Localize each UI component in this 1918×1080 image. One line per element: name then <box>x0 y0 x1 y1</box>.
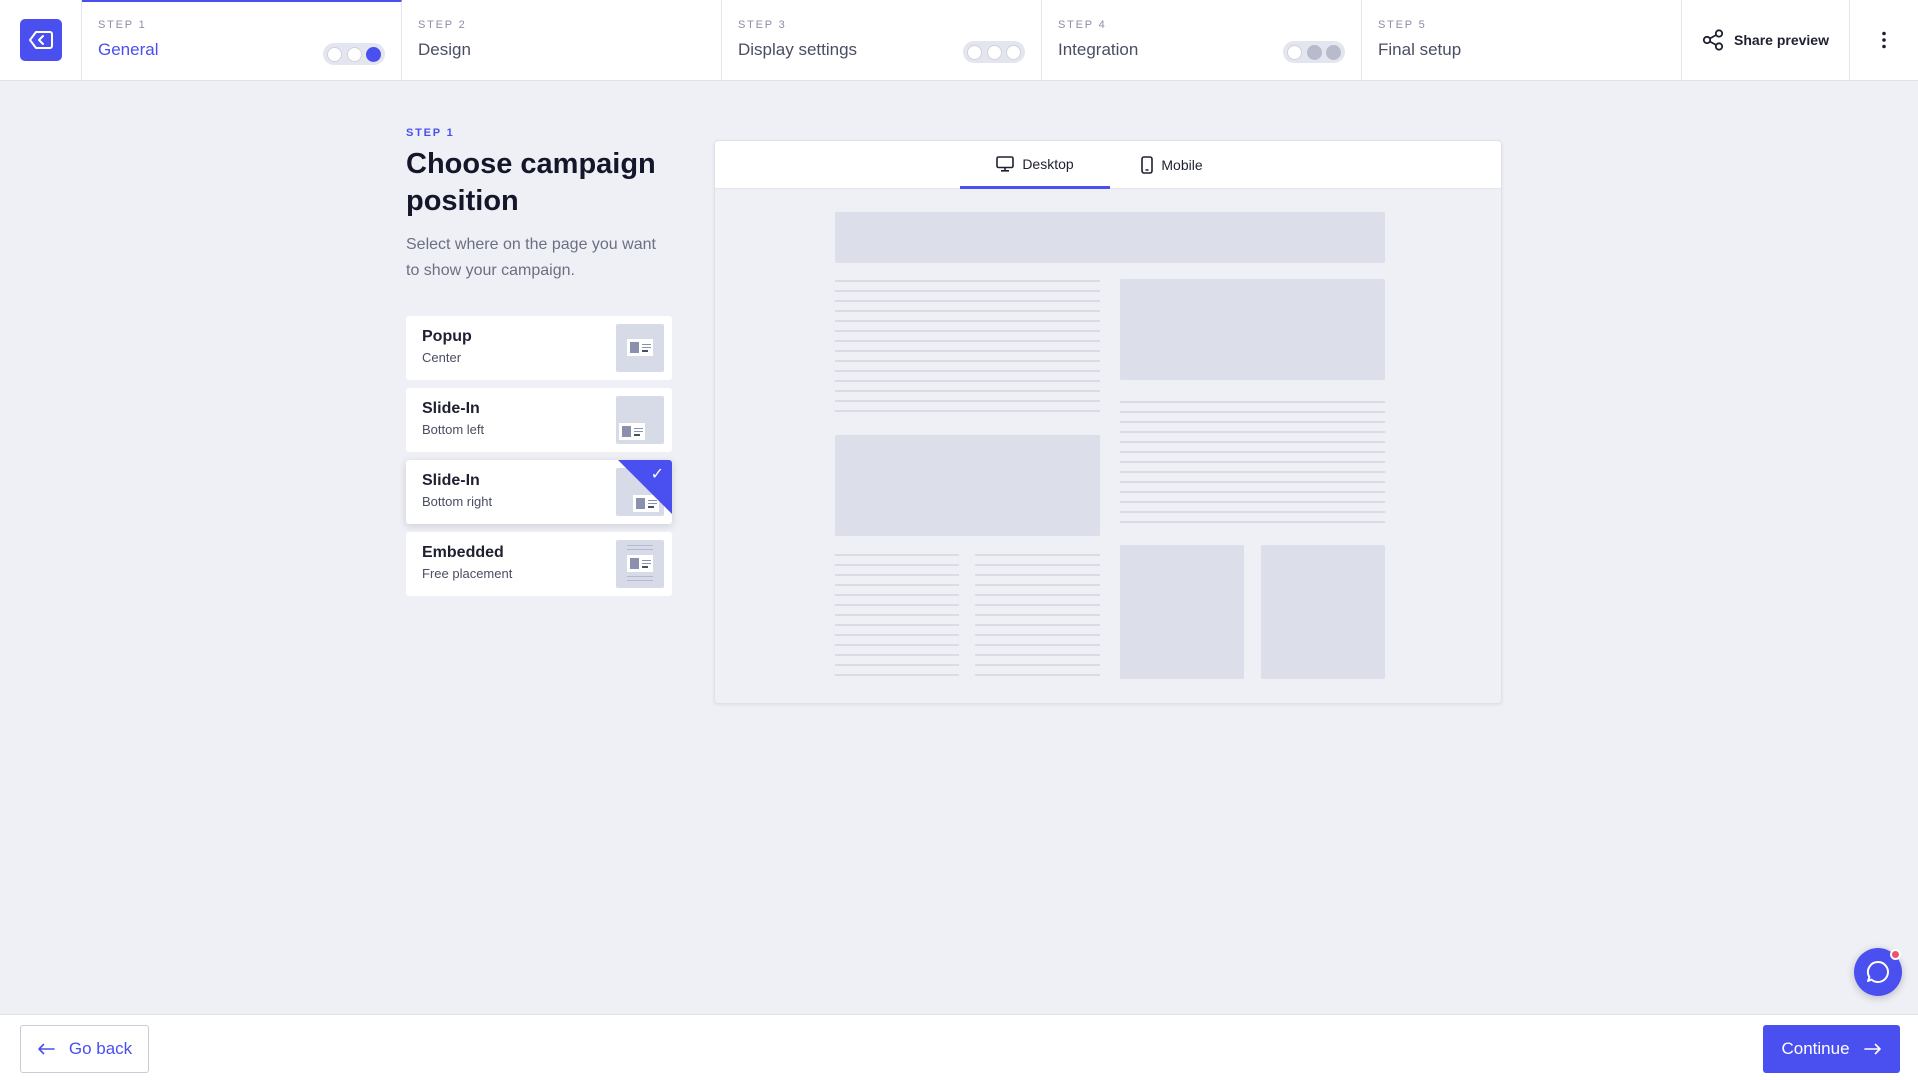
progress-dot <box>346 46 362 62</box>
step-progress-toggle <box>1283 41 1345 63</box>
step-display-settings[interactable]: STEP 3 Display settings <box>722 0 1042 80</box>
tab-mobile[interactable]: Mobile <box>1127 141 1217 189</box>
embedded-thumbnail-icon <box>616 540 664 588</box>
page-subtitle: Select where on the page you want to sho… <box>406 236 656 279</box>
go-back-label: Go back <box>68 1039 133 1058</box>
wireframe-text-lines <box>835 280 1100 420</box>
share-icon <box>1702 29 1724 51</box>
step-eyebrow: STEP 1 <box>406 127 455 139</box>
wireframe-text-lines <box>975 554 1100 684</box>
logo-cell <box>0 0 82 80</box>
step-integration[interactable]: STEP 4 Integration <box>1042 0 1362 80</box>
step-progress-toggle <box>963 41 1025 63</box>
progress-dot <box>967 44 982 60</box>
chat-support-button[interactable] <box>1854 948 1902 996</box>
page-preview-card: Desktop Mobile <box>714 140 1502 704</box>
wireframe-text-lines <box>835 554 959 684</box>
popup-center-thumbnail-icon <box>616 324 664 372</box>
position-option-slide-in-bottom-left[interactable]: Slide-In Bottom left <box>406 388 672 452</box>
step-label: Design <box>418 40 471 59</box>
progress-dot <box>327 46 342 62</box>
wireframe-image-block <box>1261 545 1385 679</box>
step-label: Final setup <box>1378 40 1462 59</box>
wireframe-header-block <box>835 212 1385 263</box>
progress-dot-muted <box>1326 44 1341 60</box>
website-wireframe <box>715 189 1501 703</box>
step-general[interactable]: STEP 1 General <box>82 0 402 80</box>
progress-dot-muted <box>1306 44 1322 60</box>
wireframe-image-block <box>835 435 1100 536</box>
step-number: STEP 2 <box>418 19 467 31</box>
back-arrow-tag-icon <box>28 31 53 49</box>
progress-dot-active <box>366 46 381 62</box>
kebab-menu-icon <box>1882 31 1886 49</box>
continue-button[interactable]: Continue <box>1763 1025 1900 1073</box>
tab-desktop[interactable]: Desktop <box>960 141 1110 189</box>
page-title: Choose campaign position <box>406 148 656 217</box>
step-number: STEP 3 <box>738 19 787 31</box>
stepper-bar: STEP 1 General STEP 2 Design STEP 3 Disp… <box>0 0 1918 81</box>
progress-dot <box>1006 44 1021 60</box>
step-number: STEP 1 <box>98 19 147 31</box>
position-option-slide-in-bottom-right[interactable]: Slide-In Bottom right ✓ <box>406 460 672 524</box>
mobile-phone-icon <box>1141 156 1154 174</box>
step-number: STEP 5 <box>1378 19 1427 31</box>
wireframe-image-block <box>1120 279 1385 380</box>
chat-bubble-icon <box>1866 960 1889 983</box>
position-options: Popup Center Slide-In Bottom left Slide-… <box>406 316 672 596</box>
more-menu-button[interactable] <box>1850 0 1918 80</box>
slide-in-bottom-left-thumbnail-icon <box>616 396 664 444</box>
position-option-embedded[interactable]: Embedded Free placement <box>406 532 672 596</box>
step-number: STEP 4 <box>1058 19 1107 31</box>
arrow-right-icon <box>1863 1043 1881 1055</box>
progress-dot <box>1287 44 1302 60</box>
tab-label: Mobile <box>1161 157 1203 173</box>
continue-label: Continue <box>1781 1039 1850 1058</box>
device-tabs: Desktop Mobile <box>715 141 1501 189</box>
arrow-left-icon <box>38 1043 55 1055</box>
tab-label: Desktop <box>1022 155 1074 172</box>
desktop-monitor-icon <box>996 155 1015 172</box>
share-preview-button[interactable]: Share preview <box>1682 0 1850 80</box>
position-option-popup[interactable]: Popup Center <box>406 316 672 380</box>
wireframe-image-block <box>1120 545 1244 679</box>
step-final-setup[interactable]: STEP 5 Final setup <box>1362 0 1682 80</box>
position-panel: STEP 1 Choose campaign position Select w… <box>406 127 672 604</box>
share-preview-label: Share preview <box>1734 32 1829 48</box>
go-back-button[interactable]: Go back <box>20 1025 149 1073</box>
notification-dot <box>1890 949 1901 960</box>
progress-dot <box>986 44 1002 60</box>
footer-bar: Go back Continue <box>0 1014 1918 1080</box>
app-logo[interactable] <box>19 19 62 61</box>
checkmark-icon: ✓ <box>650 466 664 483</box>
step-design[interactable]: STEP 2 Design <box>402 0 722 80</box>
wireframe-text-lines <box>1120 401 1385 531</box>
step-progress-toggle <box>323 43 385 65</box>
